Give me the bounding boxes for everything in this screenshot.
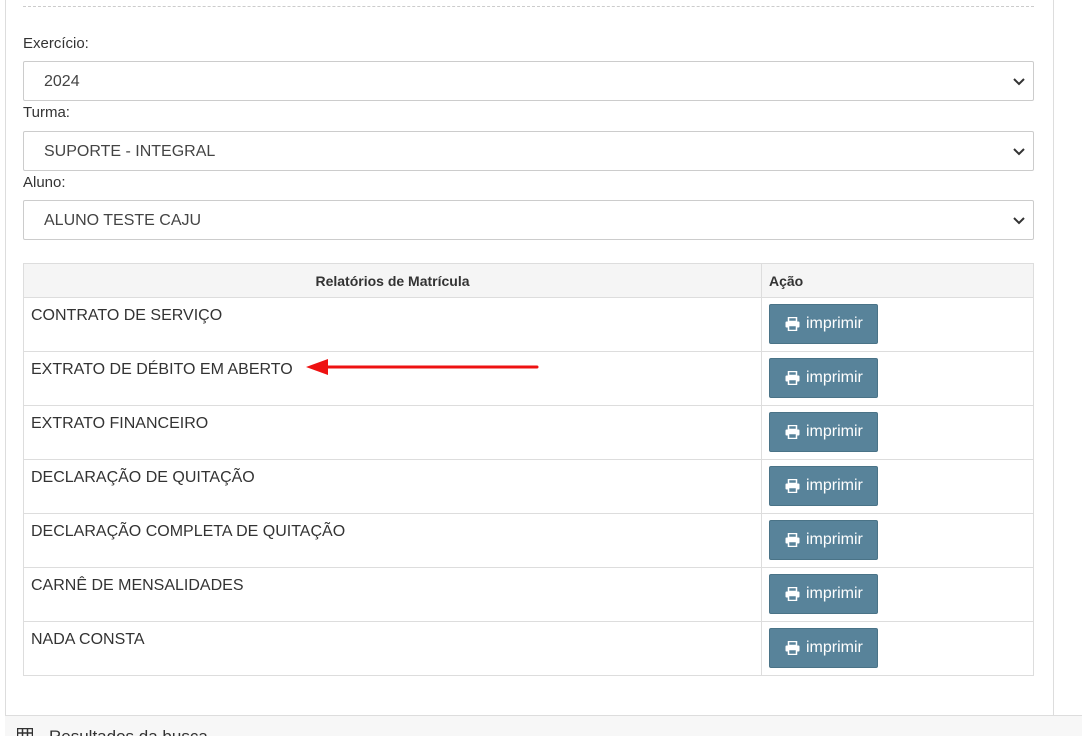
action-cell: imprimir (762, 568, 1034, 622)
chevron-down-icon (1011, 212, 1027, 228)
section-divider (23, 6, 1034, 7)
reports-table: Relatórios de Matrícula Ação CONTRATO DE… (23, 263, 1034, 676)
printer-icon (785, 479, 800, 493)
aluno-select-value: ALUNO TESTE CAJU (44, 211, 201, 230)
report-name: DECLARAÇÃO COMPLETA DE QUITAÇÃO (24, 514, 762, 568)
print-button[interactable]: imprimir (769, 628, 878, 668)
printer-icon (785, 587, 800, 601)
turma-label: Turma: (23, 104, 70, 122)
action-cell: imprimir (762, 514, 1034, 568)
printer-icon (785, 317, 800, 331)
chevron-down-icon (1011, 73, 1027, 89)
report-name: NADA CONSTA (24, 622, 762, 676)
printer-icon (785, 425, 800, 439)
reports-table-body: CONTRATO DE SERVIÇOimprimirEXTRATO DE DÉ… (24, 298, 1034, 676)
print-button[interactable]: imprimir (769, 574, 878, 614)
exercicio-select[interactable]: 2024 (23, 61, 1034, 101)
aluno-label: Aluno: (23, 174, 66, 192)
action-cell: imprimir (762, 352, 1034, 406)
action-cell: imprimir (762, 406, 1034, 460)
action-column-header: Ação (762, 264, 1034, 298)
chevron-down-icon (1011, 143, 1027, 159)
turma-select[interactable]: SUPORTE - INTEGRAL (23, 131, 1034, 171)
print-button[interactable]: imprimir (769, 304, 878, 344)
print-button-label: imprimir (806, 423, 863, 441)
report-name: CONTRATO DE SERVIÇO (24, 298, 762, 352)
print-button[interactable]: imprimir (769, 466, 878, 506)
printer-icon (785, 371, 800, 385)
aluno-select[interactable]: ALUNO TESTE CAJU (23, 200, 1034, 240)
action-cell: imprimir (762, 622, 1034, 676)
report-name: CARNÊ DE MENSALIDADES (24, 568, 762, 622)
table-row: CONTRATO DE SERVIÇO imprimir (24, 298, 1034, 352)
action-cell: imprimir (762, 460, 1034, 514)
table-row: DECLARAÇÃO DE QUITAÇÃO imprimir (24, 460, 1034, 514)
action-cell: imprimir (762, 298, 1034, 352)
exercicio-select-value: 2024 (44, 72, 80, 91)
table-header-row: Relatórios de Matrícula Ação (24, 264, 1034, 298)
report-name: EXTRATO FINANCEIRO (24, 406, 762, 460)
print-button[interactable]: imprimir (769, 358, 878, 398)
print-button-label: imprimir (806, 531, 863, 549)
reports-column-header: Relatórios de Matrícula (24, 264, 762, 298)
printer-icon (785, 533, 800, 547)
table-row: NADA CONSTA imprimir (24, 622, 1034, 676)
print-button[interactable]: imprimir (769, 412, 878, 452)
report-name: DECLARAÇÃO DE QUITAÇÃO (24, 460, 762, 514)
print-button-label: imprimir (806, 315, 863, 333)
print-button-label: imprimir (806, 369, 863, 387)
annotation-arrow (306, 358, 540, 376)
turma-select-value: SUPORTE - INTEGRAL (44, 142, 215, 161)
table-row: DECLARAÇÃO COMPLETA DE QUITAÇÃO imprimir (24, 514, 1034, 568)
printer-icon (785, 641, 800, 655)
print-button[interactable]: imprimir (769, 520, 878, 560)
exercicio-label: Exercício: (23, 35, 89, 53)
table-row: EXTRATO FINANCEIRO imprimir (24, 406, 1034, 460)
print-button-label: imprimir (806, 639, 863, 657)
table-row: CARNÊ DE MENSALIDADES imprimir (24, 568, 1034, 622)
print-button-label: imprimir (806, 585, 863, 603)
print-button-label: imprimir (806, 477, 863, 495)
search-results-panel-header[interactable]: Resultados da busca (5, 715, 1082, 736)
